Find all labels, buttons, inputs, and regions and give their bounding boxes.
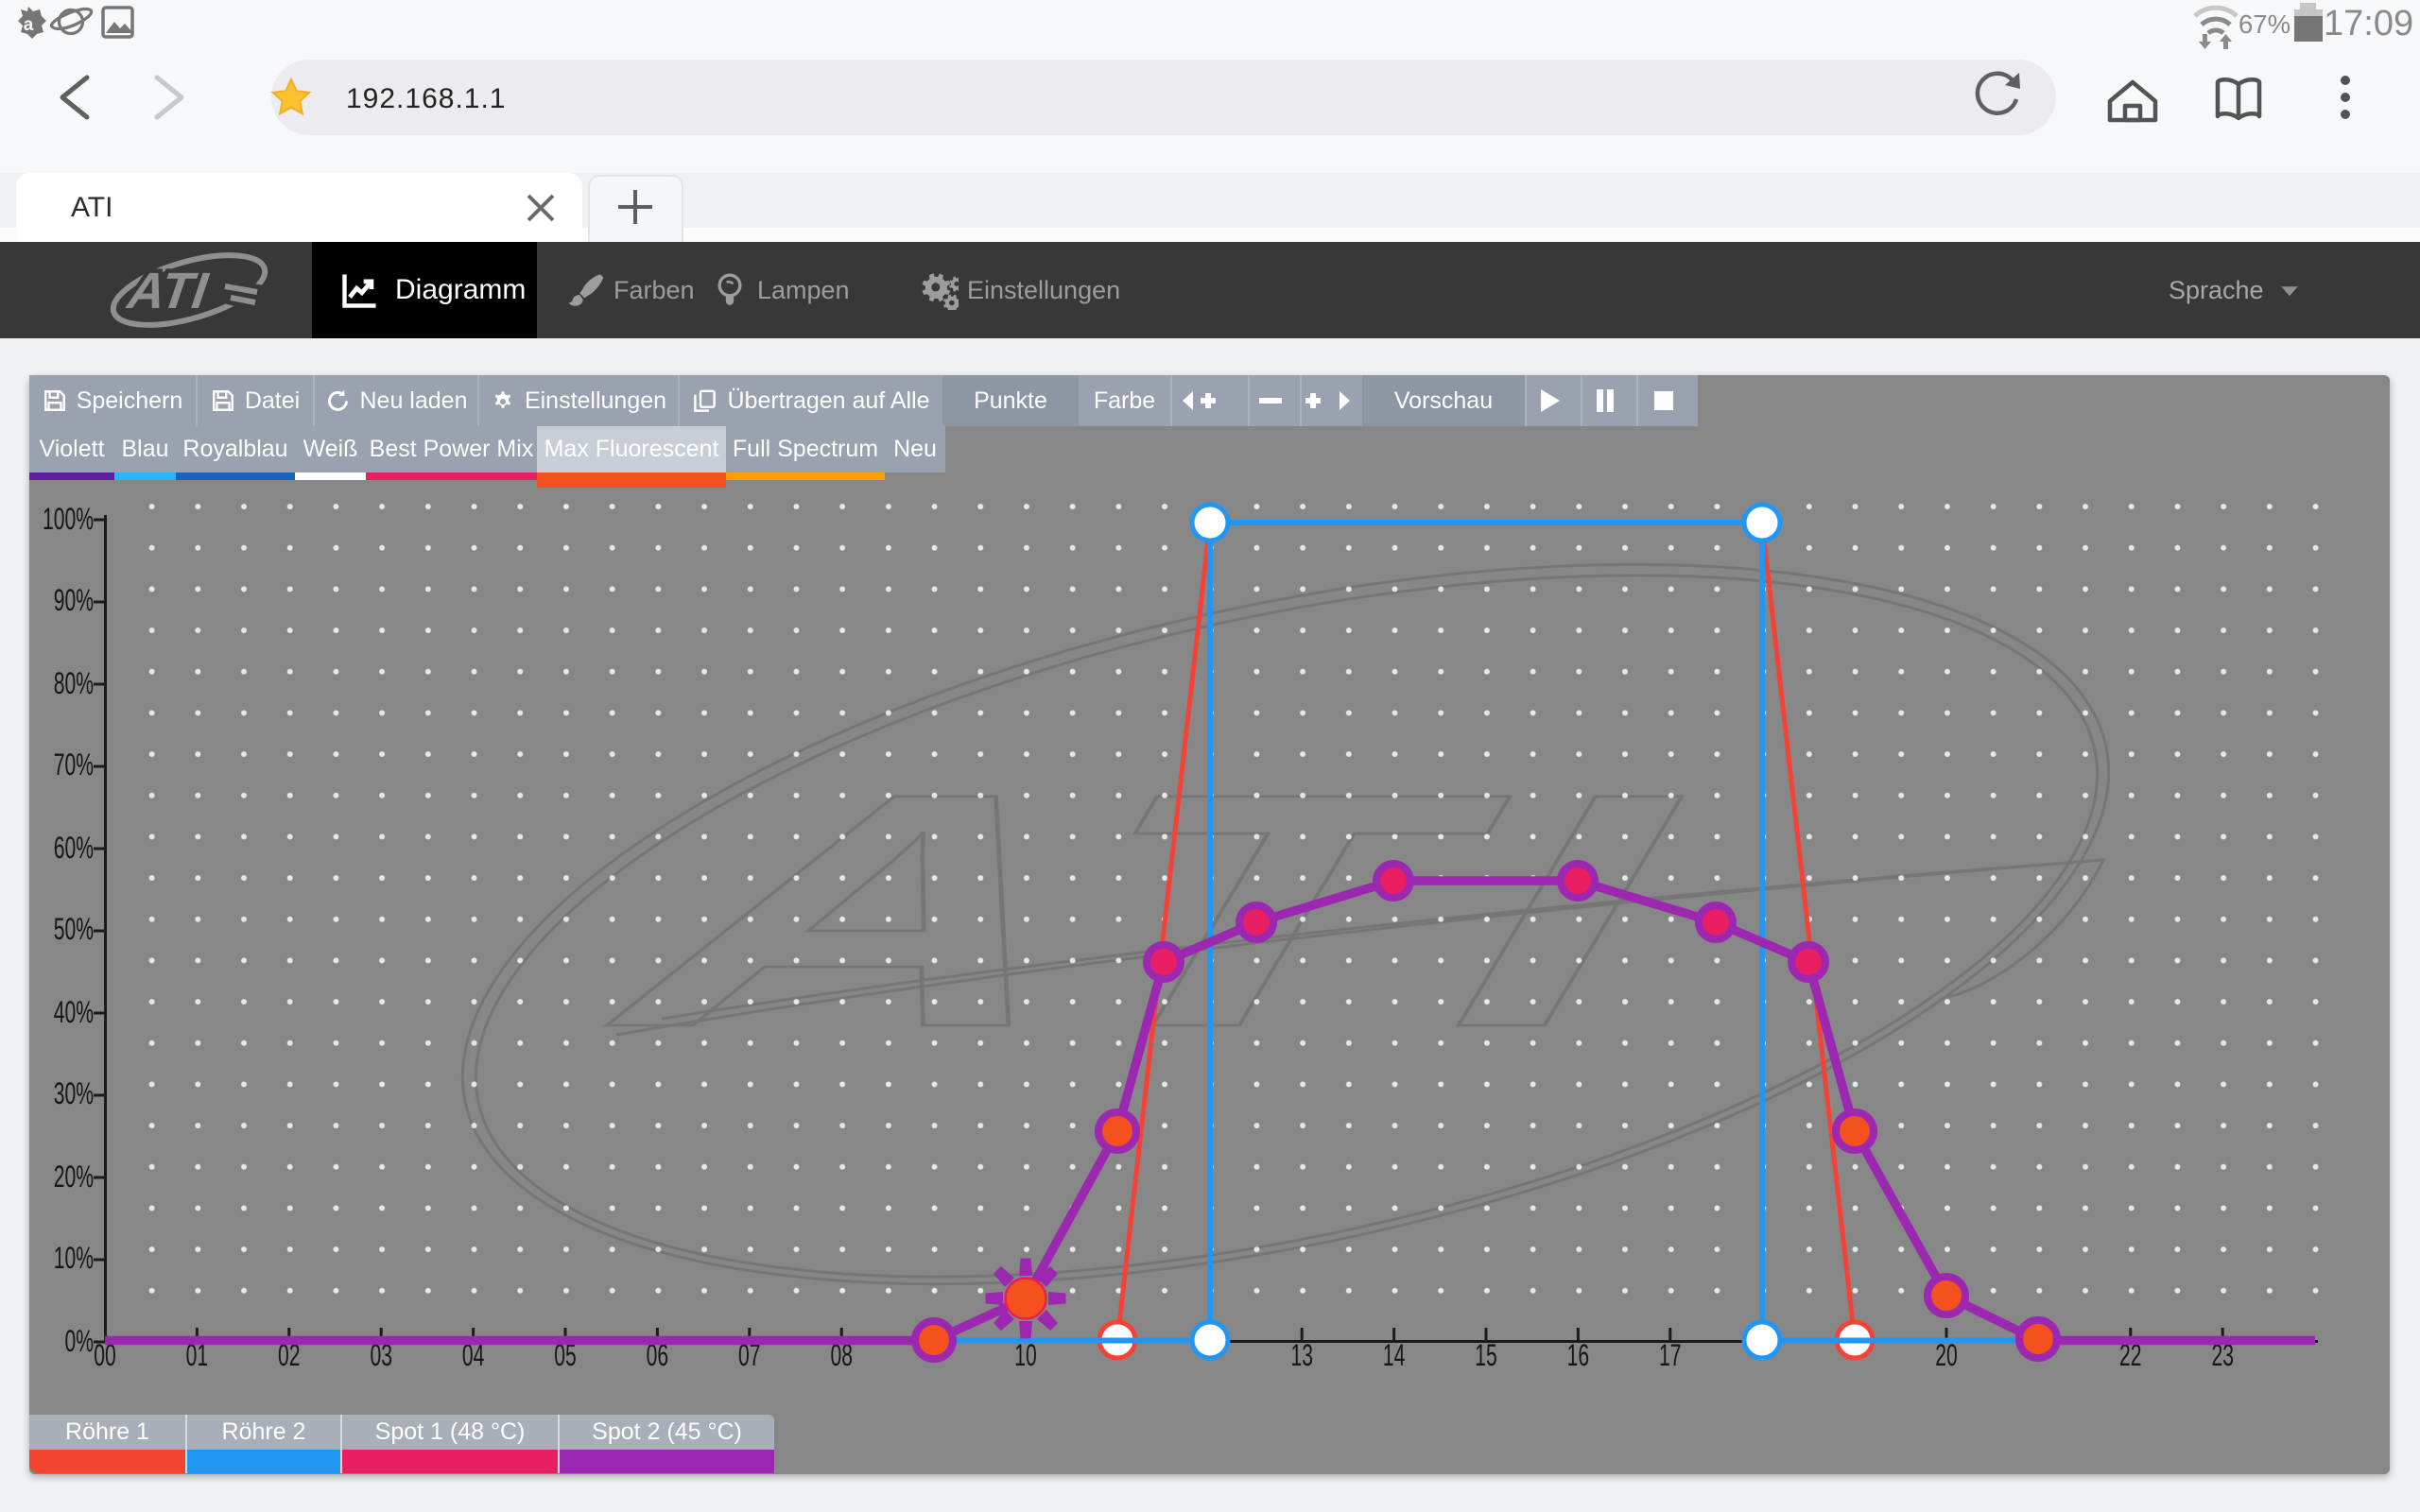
svg-text:ATI: ATI [123,263,212,319]
svg-text:90%: 90% [54,582,94,617]
svg-text:15: 15 [1475,1337,1496,1372]
svg-text:17: 17 [1659,1337,1681,1372]
svg-text:100%: 100% [43,501,94,536]
svg-text:16: 16 [1567,1337,1589,1372]
svg-text:40%: 40% [54,994,94,1029]
svg-text:20%: 20% [54,1159,94,1194]
svg-text:80%: 80% [54,665,94,700]
svg-text:10%: 10% [54,1240,94,1275]
svg-text:70%: 70% [54,747,94,782]
svg-text:14: 14 [1383,1337,1405,1372]
svg-text:17:09: 17:09 [2324,4,2413,43]
svg-text:50%: 50% [54,911,94,946]
svg-text:a: a [24,15,34,35]
svg-text:13: 13 [1290,1337,1312,1372]
svg-text:0%: 0% [64,1323,94,1358]
svg-text:60%: 60% [54,830,94,865]
svg-text:67%: 67% [2238,9,2290,39]
svg-text:30%: 30% [54,1075,94,1110]
